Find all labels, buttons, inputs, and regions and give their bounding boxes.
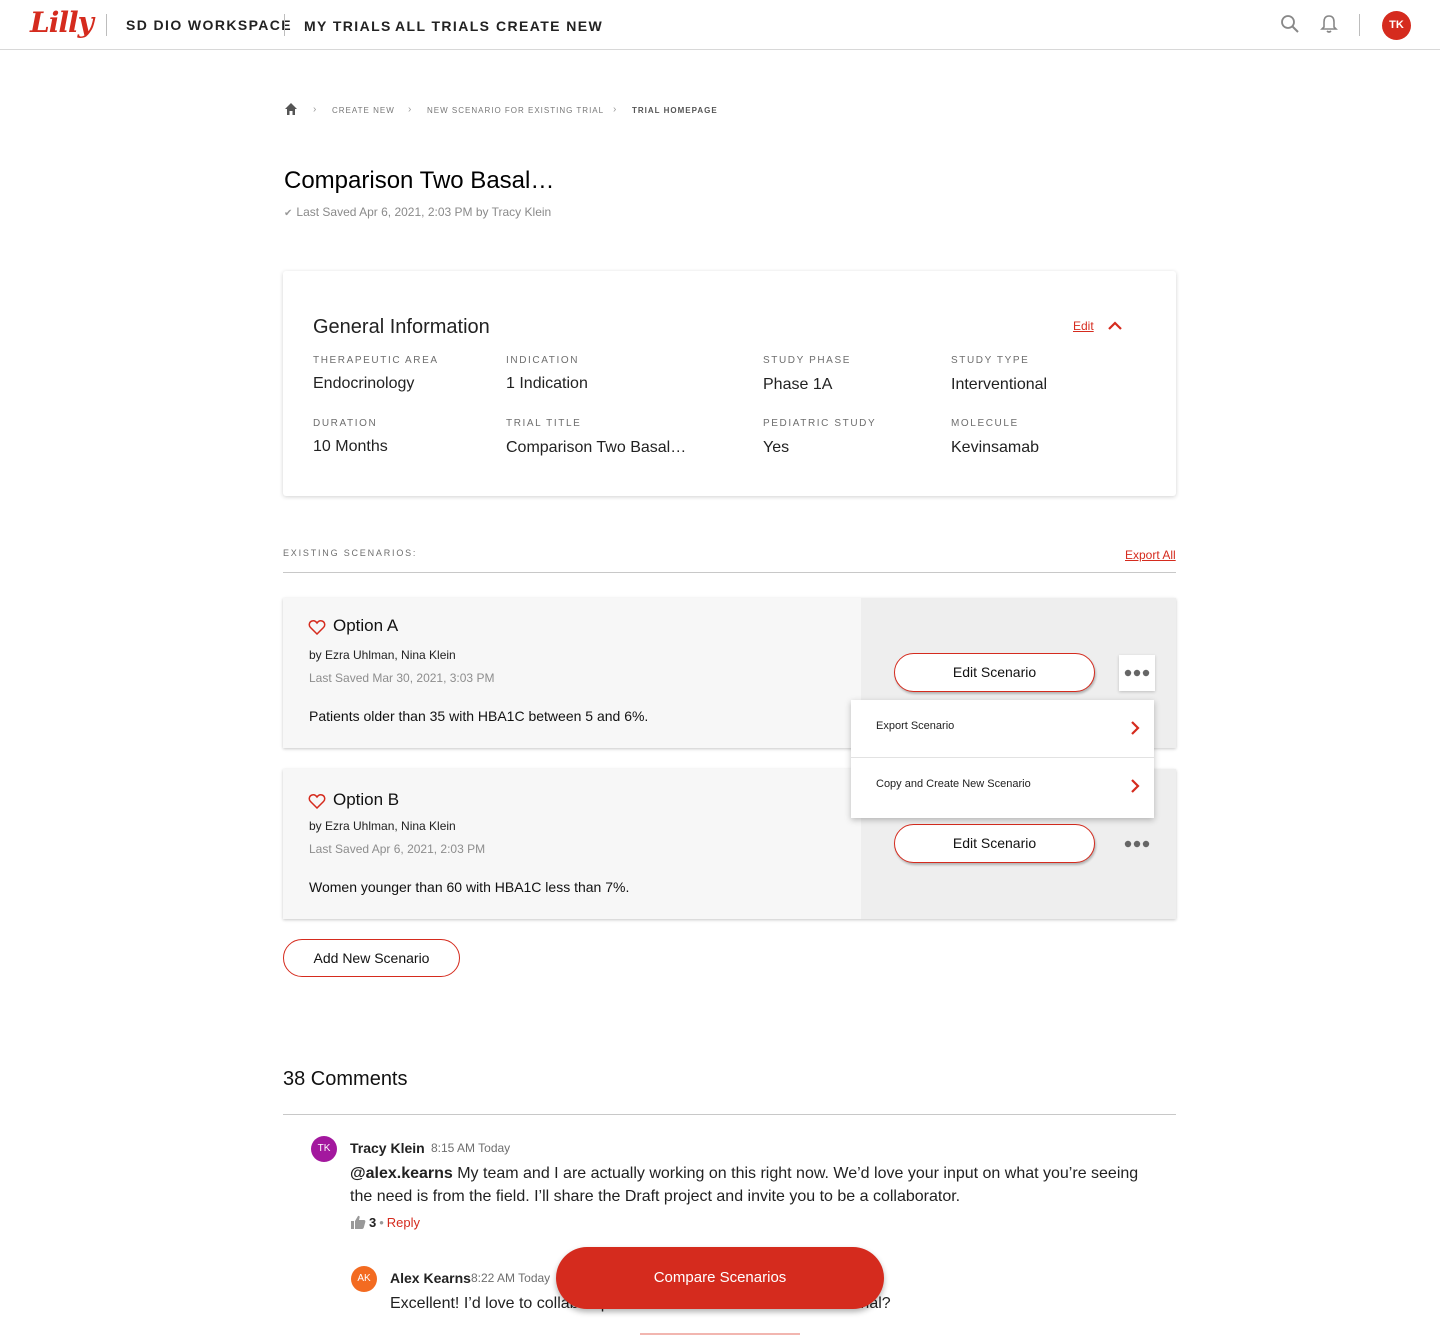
chevron-right-icon	[1131, 779, 1140, 793]
comment-avatar: AK	[351, 1266, 377, 1292]
field-label: DURATION	[313, 418, 378, 429]
comment-time: 8:15 AM Today	[431, 1141, 511, 1155]
field-value: Kevinsamab	[951, 439, 1040, 456]
scenario-authors: by Ezra Uhlman, Nina Klein	[309, 819, 456, 833]
more-icon	[1124, 669, 1150, 677]
divider	[1359, 14, 1360, 36]
scenario-title: Option A	[333, 616, 399, 635]
field-label: THERAPEUTIC AREA	[313, 355, 439, 366]
breadcrumb-separator: ›	[613, 104, 618, 115]
edit-scenario-button[interactable]: Edit Scenario	[894, 824, 1095, 863]
breadcrumb-new-scenario[interactable]: NEW SCENARIO FOR EXISTING TRIAL	[427, 106, 604, 115]
more-icon	[1124, 840, 1150, 848]
thumbs-up-icon[interactable]	[350, 1215, 366, 1229]
comments-title: 38 Comments	[283, 1068, 408, 1090]
check-icon: ✔	[284, 208, 293, 219]
bell-icon[interactable]	[1320, 14, 1338, 34]
heart-icon[interactable]	[308, 619, 326, 635]
add-new-scenario-button[interactable]: Add New Scenario	[283, 939, 460, 977]
divider	[284, 14, 285, 36]
chevron-right-icon	[1131, 721, 1140, 735]
comment-avatar: TK	[311, 1136, 337, 1162]
field-value: Phase 1A	[763, 376, 833, 393]
field-label: MOLECULE	[951, 418, 1019, 429]
page-title: Comparison Two Basal…	[284, 167, 555, 194]
last-saved: ✔ Last Saved Apr 6, 2021, 2:03 PM by Trac…	[284, 205, 551, 219]
field-label: TRIAL TITLE	[506, 418, 582, 429]
field-label: PEDIATRIC STUDY	[763, 418, 877, 429]
divider	[106, 14, 107, 36]
breadcrumb-create-new[interactable]: CREATE NEW	[332, 106, 395, 115]
reply-link[interactable]: Reply	[387, 1215, 420, 1230]
scenario-title: Option B	[333, 790, 400, 809]
menu-item-label: Copy and Create New Scenario	[876, 778, 1031, 790]
field-value: Yes	[763, 439, 790, 456]
more-options-button[interactable]	[1119, 826, 1155, 862]
nav-my-trials[interactable]: MY TRIALS	[304, 18, 392, 34]
divider	[283, 572, 1176, 573]
user-avatar[interactable]: TK	[1382, 11, 1411, 40]
home-icon[interactable]	[284, 102, 298, 116]
comment-author: Tracy Klein	[350, 1140, 425, 1156]
scenario-description: Patients older than 35 with HBA1C betwee…	[309, 708, 649, 724]
divider	[283, 1114, 1176, 1115]
export-all-link[interactable]: Export All	[1125, 548, 1176, 562]
compare-scenarios-button[interactable]: Compare Scenarios	[556, 1247, 884, 1309]
general-info-edit-link[interactable]: Edit	[1073, 319, 1094, 333]
menu-item-export-scenario[interactable]: Export Scenario	[851, 700, 1154, 758]
edit-scenario-button[interactable]: Edit Scenario	[894, 653, 1095, 692]
general-info-title: General Information	[313, 316, 490, 338]
menu-item-copy-create-scenario[interactable]: Copy and Create New Scenario	[851, 758, 1154, 816]
field-value: 1 Indication	[506, 375, 588, 392]
scenario-options-menu: Export Scenario Copy and Create New Scen…	[851, 700, 1154, 818]
chevron-up-icon[interactable]	[1107, 319, 1123, 331]
more-options-button[interactable]	[1119, 655, 1155, 691]
field-value: Endocrinology	[313, 375, 415, 392]
field-label: STUDY PHASE	[763, 355, 851, 366]
comment-actions: 3 • Reply	[350, 1215, 420, 1230]
menu-item-label: Export Scenario	[876, 720, 955, 732]
nav-all-trials[interactable]: ALL TRIALS	[395, 18, 490, 34]
comment-body: My team and I are actually working on th…	[350, 1165, 1139, 1205]
scenario-authors: by Ezra Uhlman, Nina Klein	[309, 648, 456, 662]
scenario-last-saved: Last Saved Apr 6, 2021, 2:03 PM	[309, 842, 486, 856]
scenario-last-saved: Last Saved Mar 30, 2021, 3:03 PM	[309, 671, 495, 685]
scenario-description: Women younger than 60 with HBA1C less th…	[309, 879, 630, 895]
comment-author: Alex Kearns	[390, 1270, 471, 1286]
nav-create-new[interactable]: CREATE NEW	[496, 18, 603, 34]
general-info-card: General Information Edit THERAPEUTIC ARE…	[283, 271, 1176, 496]
lilly-logo[interactable]: Lilly	[30, 6, 94, 39]
field-value: Comparison Two Basal…	[506, 439, 687, 456]
top-navbar: Lilly SD DIO WORKSPACE MY TRIALS ALL TRI…	[0, 0, 1440, 50]
breadcrumb-separator: ›	[408, 104, 413, 115]
breadcrumb-current: TRIAL HOMEPAGE	[632, 106, 718, 115]
last-saved-text: Last Saved Apr 6, 2021, 2:03 PM by Tracy…	[296, 205, 552, 219]
existing-scenarios-label: EXISTING SCENARIOS:	[283, 548, 418, 558]
comment-time: 8:22 AM Today	[471, 1271, 551, 1285]
field-label: INDICATION	[506, 355, 580, 366]
decorative-underline	[640, 1333, 800, 1335]
comment-mention[interactable]: @alex.kearns	[350, 1165, 453, 1182]
field-value: 10 Months	[313, 438, 388, 455]
like-count: 3	[369, 1215, 377, 1230]
comment-text: @alex.kearns My team and I are actually …	[350, 1162, 1150, 1208]
workspace-title: SD DIO WORKSPACE	[126, 17, 293, 33]
search-icon[interactable]	[1280, 14, 1300, 34]
field-value: Interventional	[951, 376, 1048, 393]
field-label: STUDY TYPE	[951, 355, 1030, 366]
breadcrumb-separator: ›	[313, 104, 318, 115]
heart-icon[interactable]	[308, 793, 326, 809]
